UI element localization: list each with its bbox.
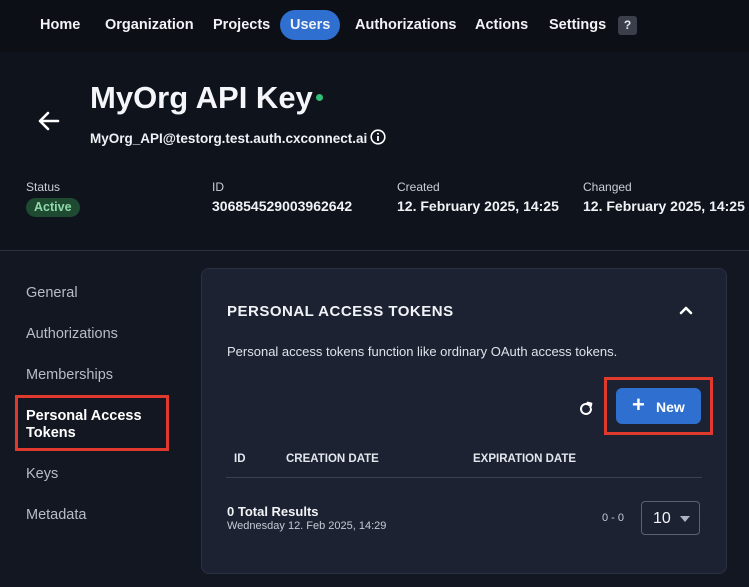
info-icon[interactable]: [370, 129, 386, 145]
help-button[interactable]: ?: [618, 16, 637, 35]
panel-title: PERSONAL ACCESS TOKENS: [227, 303, 454, 320]
changed-value: 12. February 2025, 14:25: [583, 198, 745, 214]
column-header-id: ID: [234, 453, 246, 465]
status-badge: Active: [26, 198, 80, 217]
top-navigation: Home Organization Projects Users Authori…: [0, 0, 749, 52]
sidebar-item-memberships[interactable]: Memberships: [26, 367, 113, 383]
nav-actions[interactable]: Actions: [475, 10, 528, 40]
panel-description: Personal access tokens function like ord…: [227, 344, 618, 359]
highlight-box-sidebar: [15, 395, 169, 451]
table-header-divider: [226, 477, 702, 478]
page-title: MyOrg API Key: [90, 80, 313, 115]
sidebar-item-general[interactable]: General: [26, 285, 78, 301]
nav-settings[interactable]: Settings: [549, 10, 606, 40]
page-size-select[interactable]: 10: [641, 501, 700, 535]
user-login-name: MyOrg_API@testorg.test.auth.cxconnect.ai: [90, 131, 368, 146]
sidebar-item-authorizations[interactable]: Authorizations: [26, 326, 118, 342]
pagination-range: 0 - 0: [602, 512, 625, 524]
sidebar-item-metadata[interactable]: Metadata: [26, 507, 86, 523]
column-header-expiration-date: EXPIRATION DATE: [473, 453, 577, 465]
highlight-box-new-button: [604, 377, 713, 435]
refresh-icon[interactable]: [577, 400, 595, 418]
id-label: ID: [212, 180, 224, 194]
nav-users[interactable]: Users: [280, 10, 341, 40]
status-dot: [316, 94, 323, 101]
changed-label: Changed: [583, 180, 632, 194]
chevron-down-icon: [680, 516, 690, 522]
sidebar-item-keys[interactable]: Keys: [26, 466, 58, 482]
created-value: 12. February 2025, 14:25: [397, 198, 559, 214]
total-results: 0 Total Results: [227, 504, 319, 519]
status-label: Status: [26, 180, 61, 194]
id-value: 306854529003962642: [212, 198, 353, 214]
nav-home[interactable]: Home: [40, 10, 80, 40]
nav-projects[interactable]: Projects: [213, 10, 270, 40]
results-timestamp: Wednesday 12. Feb 2025, 14:29: [227, 520, 387, 532]
nav-organization[interactable]: Organization: [105, 10, 194, 40]
nav-authorizations[interactable]: Authorizations: [355, 10, 457, 40]
arrow-left-icon[interactable]: [36, 108, 62, 134]
chevron-up-icon[interactable]: [677, 303, 695, 317]
page-size-value: 10: [653, 510, 671, 527]
header-divider: [0, 250, 749, 251]
created-label: Created: [397, 180, 440, 194]
column-header-creation-date: CREATION DATE: [286, 453, 379, 465]
